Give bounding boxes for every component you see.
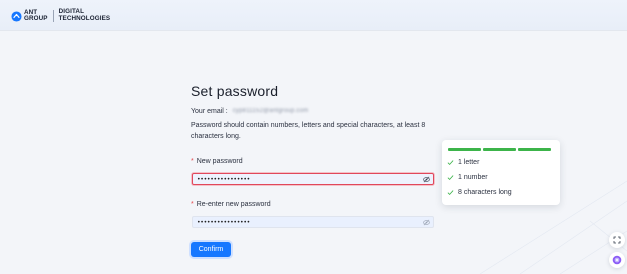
ant-group-logo[interactable]: ANT GROUP DIGITAL TECHNOLOGIES [11, 8, 110, 24]
reenter-password-label: * Re-enter new password [191, 201, 271, 208]
ai-assistant-button[interactable] [609, 252, 625, 268]
reenter-password-input[interactable] [193, 217, 417, 227]
strength-segment [518, 148, 551, 151]
logo-wordmark: ANT GROUP [24, 8, 48, 22]
ai-assistant-icon [612, 255, 622, 265]
eye-off-icon[interactable] [423, 176, 430, 183]
rule-item: 8 characters long [447, 187, 512, 197]
new-password-input[interactable] [193, 174, 417, 184]
check-icon [447, 159, 454, 165]
new-password-label: * New password [191, 158, 243, 165]
strength-meter [448, 148, 551, 151]
required-mark: * [191, 201, 194, 208]
confirm-button[interactable]: Confirm [191, 242, 231, 257]
rule-item: 1 number [447, 172, 488, 182]
logo-divider [52, 10, 54, 22]
logo-subtitle: DIGITAL TECHNOLOGIES [58, 8, 111, 22]
strength-segment [483, 148, 516, 151]
rule-item: 1 letter [447, 157, 479, 167]
strength-segment [448, 148, 481, 151]
top-header: ANT GROUP DIGITAL TECHNOLOGIES [0, 0, 627, 31]
check-icon [447, 174, 454, 180]
expand-icon [613, 236, 621, 244]
check-icon [447, 189, 454, 195]
required-mark: * [191, 158, 194, 165]
eye-off-icon[interactable] [423, 219, 430, 226]
ant-logo-icon [11, 10, 22, 22]
page-title: Set password [191, 83, 279, 99]
password-strength-popover: 1 letter 1 number 8 characters long [442, 140, 560, 205]
email-row: Your email : cyp811152@antgroup.com [191, 106, 308, 116]
email-label: Your email : [191, 107, 228, 115]
reenter-password-field[interactable] [192, 216, 434, 228]
expand-button[interactable] [609, 232, 625, 248]
new-password-field[interactable] [192, 173, 434, 185]
email-value: cyp811152@antgroup.com [232, 108, 309, 114]
password-requirements-hint: Password should contain numbers, letters… [191, 122, 426, 140]
